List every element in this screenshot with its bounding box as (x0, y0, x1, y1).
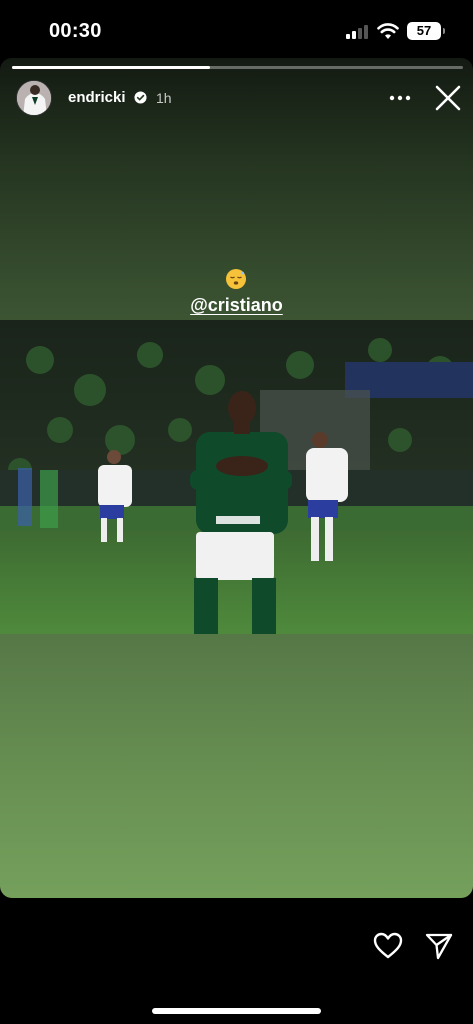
avatar[interactable] (16, 80, 52, 116)
send-icon[interactable] (424, 931, 454, 961)
story-progress-bar (12, 66, 463, 69)
story-photo (0, 320, 473, 634)
wifi-icon (377, 23, 399, 39)
status-time: 00:30 (49, 20, 102, 42)
cellular-signal-icon (346, 25, 370, 39)
more-dots-icon[interactable] (388, 86, 412, 110)
sleepy-emoji-icon[interactable] (224, 267, 248, 291)
story-card[interactable]: endricki 1h @cristiano (0, 58, 473, 898)
story-progress-fill (12, 66, 211, 69)
status-bar: 00:30 57 (0, 0, 473, 62)
avatar-image (17, 81, 51, 115)
home-indicator[interactable] (152, 1008, 321, 1014)
story-time-ago: 1h (156, 90, 172, 106)
battery-icon: 57 (407, 22, 445, 40)
heart-icon[interactable] (372, 930, 404, 962)
story-username[interactable]: endricki (68, 89, 126, 106)
mention-sticker[interactable]: @cristiano (0, 295, 473, 316)
verified-badge-icon (134, 91, 147, 104)
close-icon[interactable] (434, 84, 462, 112)
